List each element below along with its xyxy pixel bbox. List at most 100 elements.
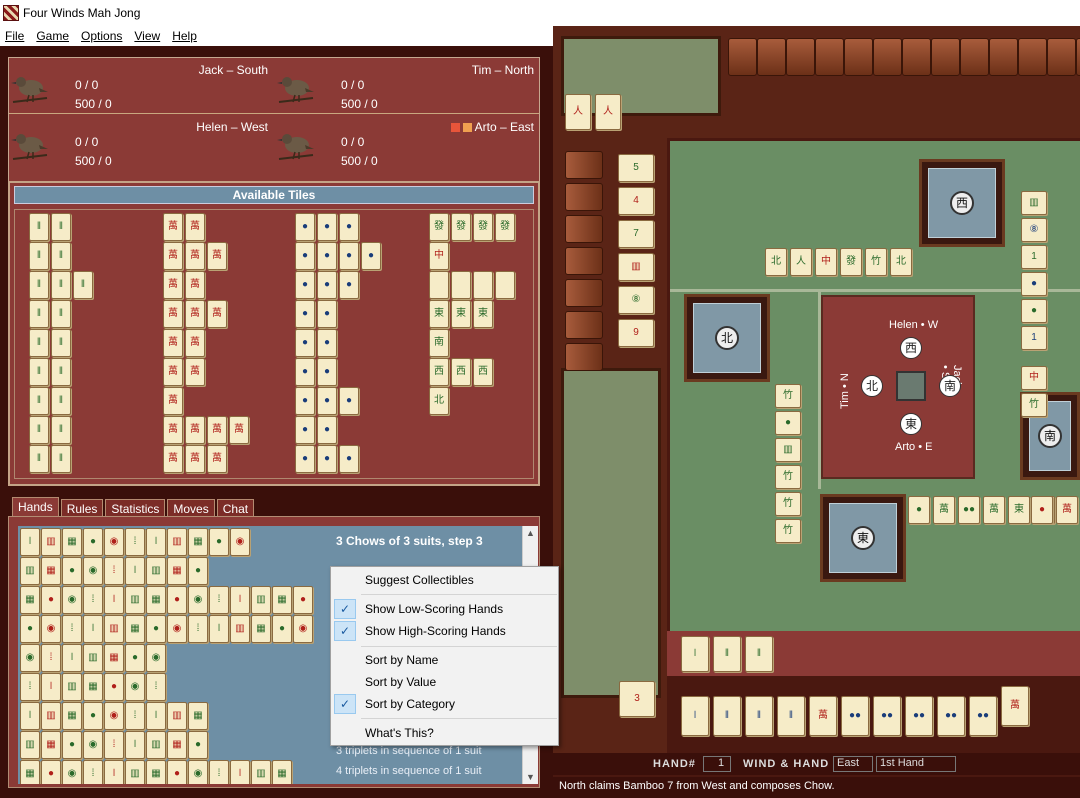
- mahjong-tile-icon: ◉: [83, 557, 103, 585]
- menu-item-suggest-collectibles[interactable]: Suggest Collectibles: [365, 573, 474, 587]
- player-balance: 500 / 0: [341, 97, 378, 111]
- mahjong-tile-icon: 萬: [163, 242, 183, 270]
- mahjong-tile-icon: 萬: [163, 445, 183, 473]
- mahjong-tile-icon: ⁞: [104, 557, 124, 585]
- mahjong-tile-icon: ‖: [29, 300, 49, 328]
- mahjong-tile-icon: 萬: [933, 496, 955, 524]
- mahjong-tile-icon: 中: [815, 248, 837, 276]
- player-balance: 500 / 0: [341, 154, 378, 168]
- menu-item-whats-this[interactable]: What's This?: [365, 726, 434, 740]
- mahjong-tile-icon: ⁞: [146, 673, 166, 701]
- hand-title: 3 Chows of 3 suits, step 3: [336, 534, 483, 548]
- mahjong-tile-icon: ●: [83, 528, 103, 556]
- table-divider: [670, 289, 1080, 292]
- menu-item-sort-by-name[interactable]: Sort by Name: [365, 653, 438, 667]
- mahjong-tile-icon: ▦: [62, 702, 82, 730]
- mahjong-tile-icon: ●: [295, 213, 315, 241]
- wind-value: East: [833, 756, 873, 772]
- menu-item-show-high-scoring[interactable]: Show High-Scoring Hands: [365, 624, 506, 638]
- mahjong-tile-icon: 𝍩: [83, 615, 103, 643]
- wall-tile: [902, 38, 931, 76]
- menu-item-sort-by-value[interactable]: Sort by Value: [365, 675, 436, 689]
- mahjong-tile-icon: 竹: [775, 519, 801, 543]
- prevailing-wind-icon: [896, 371, 926, 401]
- player-card-jack[interactable]: Jack – South 0 / 0 500 / 0: [9, 58, 274, 114]
- mahjong-tile-icon: ‖: [51, 445, 71, 473]
- hands-context-menu: Suggest Collectibles ✓ Show Low-Scoring …: [330, 566, 559, 746]
- scroll-down-icon[interactable]: ▼: [526, 772, 535, 782]
- mahjong-tile-icon: 𝍩: [681, 636, 709, 672]
- mahjong-tile-icon: ◉: [104, 702, 124, 730]
- mahjong-tile-icon: ●: [317, 387, 337, 415]
- mahjong-tile-icon: 中: [429, 242, 449, 270]
- mahjong-tile-icon: ▥: [167, 528, 187, 556]
- wall-tile: [931, 38, 960, 76]
- wall-tile: [786, 38, 815, 76]
- mahjong-tile-icon: ●: [339, 271, 359, 299]
- wall-tile: [1047, 38, 1076, 76]
- mahjong-tile-icon: ●: [293, 586, 313, 614]
- mahjong-tile-icon: ‖: [51, 213, 71, 241]
- wall-tile: [1076, 38, 1080, 76]
- mahjong-tile-icon: ●: [908, 496, 930, 524]
- mahjong-tile-icon: ▥: [20, 731, 40, 759]
- mahjong-tile-icon: ‖: [713, 636, 741, 672]
- mahjong-tile-icon: ●●: [958, 496, 980, 524]
- menu-file[interactable]: File: [0, 29, 31, 43]
- mahjong-tile-icon: ▥: [125, 586, 145, 614]
- mahjong-tile-icon: ▦: [41, 557, 61, 585]
- mahjong-tile-icon: 𝍩: [104, 760, 124, 784]
- mahjong-tile-icon: ⁞: [125, 528, 145, 556]
- menu-item-show-low-scoring[interactable]: Show Low-Scoring Hands: [365, 602, 503, 616]
- mahjong-tile-icon: ●: [317, 329, 337, 357]
- mahjong-tile-icon: 萬: [1001, 686, 1029, 726]
- mahjong-tile-icon: 𝍩: [125, 731, 145, 759]
- menu-game[interactable]: Game: [31, 29, 76, 43]
- menu-item-sort-by-category[interactable]: Sort by Category: [365, 697, 455, 711]
- mahjong-tile-icon: 人: [565, 94, 591, 130]
- mahjong-tile-icon: 𝍩: [20, 702, 40, 730]
- mahjong-tile-icon: ◉: [62, 760, 82, 784]
- mahjong-tile-icon: ◉: [62, 586, 82, 614]
- player-card-helen[interactable]: Helen – West 0 / 0 500 / 0: [9, 115, 274, 171]
- player-name: Helen – West: [196, 120, 268, 134]
- menu-help[interactable]: Help: [167, 29, 204, 43]
- mahjong-tile-icon: ◉: [293, 615, 313, 643]
- mahjong-tile-icon: 人: [790, 248, 812, 276]
- mahjong-tile-icon: 南: [429, 329, 449, 357]
- mahjong-tile-icon: 北: [429, 387, 449, 415]
- wind-compass: Helen • W Tim • N Jack • S Arto • E 西 北 …: [821, 295, 975, 479]
- mahjong-tile-icon: ‖: [29, 416, 49, 444]
- east-wind-disc-icon: 東: [900, 413, 922, 435]
- seat-north: 北: [684, 294, 770, 382]
- seat-east: 東: [820, 494, 906, 582]
- mahjong-tile-icon: ▥: [251, 586, 271, 614]
- mahjong-tile-icon: 萬: [185, 271, 205, 299]
- menu-bar: File Game Options View Help: [0, 26, 553, 46]
- mahjong-tile-icon: 1: [1021, 245, 1047, 269]
- mahjong-tile-icon: 東: [473, 300, 493, 328]
- mahjong-tile-icon: 發: [451, 213, 471, 241]
- mahjong-tile-icon: ◉: [230, 528, 250, 556]
- mahjong-tile-icon: 人: [595, 94, 621, 130]
- menu-view[interactable]: View: [129, 29, 167, 43]
- scroll-up-icon[interactable]: ▲: [526, 528, 535, 538]
- mahjong-tile-icon: ●: [295, 242, 315, 270]
- mahjong-tile-icon: 萬: [163, 387, 183, 415]
- player-card-tim[interactable]: Tim – North 0 / 0 500 / 0: [275, 58, 540, 114]
- player-score: 0 / 0: [341, 78, 365, 92]
- mahjong-tile-icon: 萬: [185, 242, 205, 270]
- player-card-arto[interactable]: Arto – East 0 / 0 500 / 0: [275, 115, 540, 171]
- mahjong-tile-icon: 萬: [207, 416, 227, 444]
- mahjong-tile-icon: 萬: [983, 496, 1005, 524]
- turn-indicator-icon: [462, 123, 472, 133]
- mahjong-tile-icon: [429, 271, 449, 299]
- mahjong-tile-icon: ▦: [167, 557, 187, 585]
- mahjong-tile-icon: 5: [618, 154, 654, 182]
- available-tiles-grid: ‖ ‖ 萬萬 ● ● ● ‖ ‖ 萬萬萬 ● ● ● ● ‖ ‖ ‖ 萬萬 ● ● ● ‖ ‖ 萬萬萬 ● ● ‖ ‖ 萬萬 ● ● ‖ ‖ 萬…: [14, 209, 534, 479]
- menu-options[interactable]: Options: [76, 29, 129, 43]
- mahjong-tile-icon: ‖: [51, 358, 71, 386]
- player-score: 0 / 0: [75, 135, 99, 149]
- wall-tile: [565, 311, 603, 339]
- mahjong-tile-icon: 𝍩: [104, 586, 124, 614]
